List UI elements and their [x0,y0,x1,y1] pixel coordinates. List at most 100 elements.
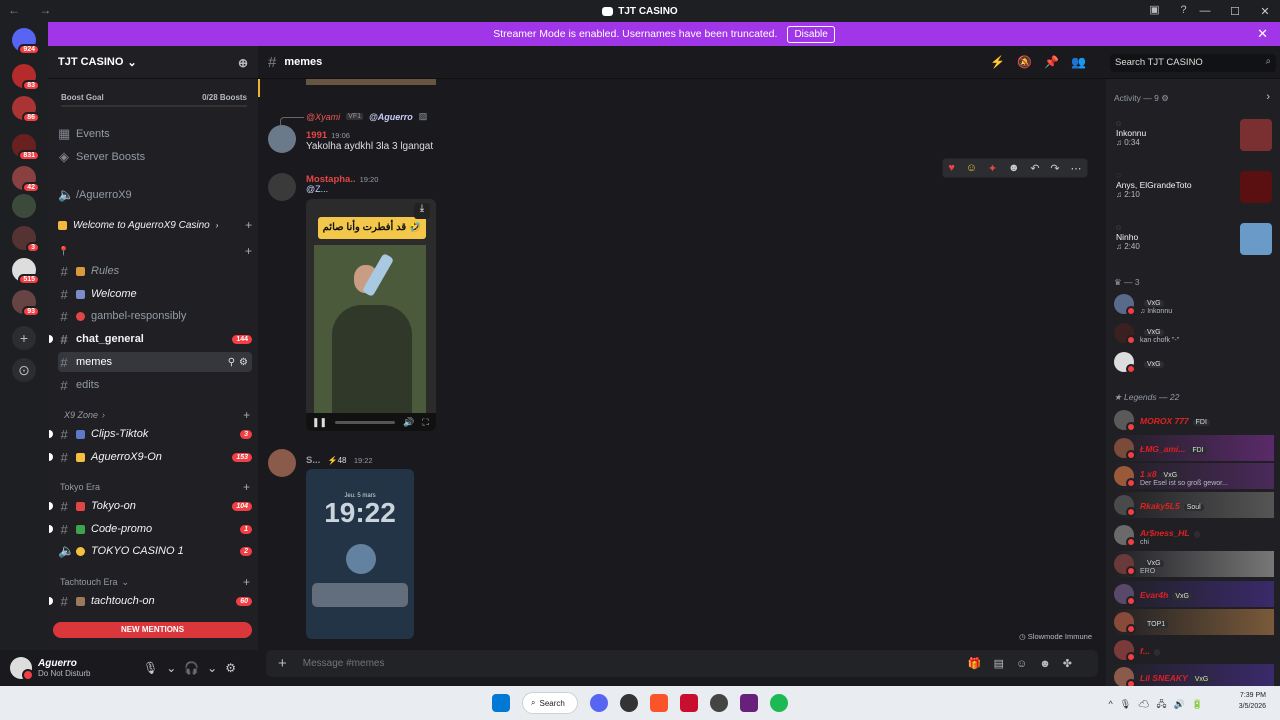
message-input[interactable] [302,658,903,669]
minimize-icon[interactable]: — [1190,5,1220,17]
back-forward-icons[interactable]: ← → [8,3,59,17]
member-item[interactable]: Rkaky5L5 Soul [1114,492,1274,518]
server-icon[interactable]: 42 [12,166,40,193]
channel-rules[interactable]: # Rules [58,261,252,281]
discord-taskbar-icon[interactable] [590,694,608,712]
member-item[interactable]: Ar$ness_HL chi [1114,522,1274,548]
avatar[interactable] [268,173,296,201]
server-icon[interactable] [12,194,36,218]
avatar[interactable] [268,449,296,477]
spotify-taskbar-icon[interactable] [770,694,788,712]
member-item[interactable]: VxG ERO [1114,551,1274,577]
volume-icon[interactable]: 🔊 [403,417,414,428]
close-window-icon[interactable]: ✕ [1250,5,1280,18]
user-controls[interactable]: 🎙⌄🎧⌄⚙ [143,661,244,675]
pause-icon[interactable]: ❚❚ [312,417,327,428]
download-icon[interactable]: ⤓ [414,203,430,219]
add-server-icon[interactable]: + [12,326,36,350]
avatar[interactable] [268,125,296,153]
member-item[interactable]: VxG ♫ Inkonnu [1114,291,1274,317]
guild-header[interactable]: TJT CASINO ⌄ ⊕ [48,46,258,79]
add-channel-icon[interactable]: + [245,218,252,232]
voice-channel-aguerro[interactable]: 🔈/AguerroX9 [58,185,252,205]
activity-item[interactable]: ◌ Anys, ElGrandeToto ♫ 2:10 [1116,171,1272,207]
reply-icon[interactable]: ↶ [1030,162,1039,175]
add-channel-icon[interactable]: + [243,575,250,589]
add-channel-icon[interactable]: + [243,480,250,494]
disable-button[interactable]: Disable [787,25,835,43]
chevron-right-icon[interactable]: › [1266,91,1270,103]
taskbar-search[interactable]: ⌕ Search [522,692,578,714]
more-icon[interactable]: ⋯ [1070,162,1081,175]
direct-messages-icon[interactable]: 924 [12,28,40,55]
server-icon[interactable]: 86 [12,96,40,123]
app-taskbar-icon[interactable] [740,694,758,712]
header-toolbar[interactable]: ⚡🔕📌👥 [990,55,1098,69]
server-icon[interactable]: 3 [12,226,40,253]
inbox-icon[interactable]: ▣ [1148,4,1161,17]
forward-icon[interactable]: ↷ [1050,162,1059,175]
channel-gambel-responsibly[interactable]: # gambel-responsibly [58,306,252,326]
close-banner-icon[interactable]: ✕ [1257,26,1268,42]
category-tachtouch-era[interactable]: Tachtouch Era ⌄ + [60,574,250,590]
system-tray[interactable]: ^🎙☁🖧🔊🔋 [1108,697,1210,713]
member-item[interactable]: Lil SNEAKY VxG [1114,664,1274,686]
heart-reaction-icon[interactable]: ♥ [948,162,955,174]
app-taskbar-icon[interactable] [680,694,698,712]
server-icon[interactable]: 515 [12,258,40,285]
channel-memes[interactable]: # memes ⚲⚙ [58,352,252,372]
channel-code-promo[interactable]: # Code-promo 1 [49,519,252,539]
category-tokyo-era[interactable]: Tokyo Era + [60,479,250,495]
voice-channel-tokyo-casino[interactable]: 🔈 TOKYO CASINO 12 [58,541,252,561]
member-item[interactable]: VxG [1114,349,1274,375]
channel-tachtouch-on[interactable]: # tachtouch-on 60 [49,591,252,611]
activity-header[interactable]: Activity — 9 ⚙ [1114,93,1169,104]
server-icon[interactable]: 831 [12,134,40,161]
sidebar-item-server-boosts[interactable]: ◈ Server Boosts [58,147,252,167]
reaction-icon[interactable]: ✦ [988,162,997,175]
channel-chat-general[interactable]: # chat_general 144 [49,329,252,349]
channel-aguerrox9-on[interactable]: # AguerroX9-On 153 [49,447,252,467]
activity-item[interactable]: ◌ Ninho ♫ 2:40 [1116,223,1272,259]
discover-icon[interactable]: ⊙ [12,358,36,382]
gear-icon[interactable]: ⚙ [1161,93,1169,103]
sidebar-item-events[interactable]: ▦ Events [58,124,252,144]
brave-taskbar-icon[interactable] [650,694,668,712]
member-item[interactable]: f... [1114,637,1274,663]
member-item[interactable]: Evar4h VxG [1114,581,1274,607]
attach-plus-icon[interactable]: + [278,655,287,672]
member-item[interactable]: ŁMG_ami... FDI [1114,435,1274,461]
previous-image[interactable] [306,79,436,85]
category-welcome[interactable]: Welcome to AguerroX9 Casino › + [58,215,252,235]
image-attachment[interactable]: Jeu. 5 mars 19:22 [306,469,414,639]
windows-start-icon[interactable] [492,694,510,712]
fullscreen-icon[interactable]: ⛶ [422,417,428,428]
category-x9-zone[interactable]: X9 Zone › + [60,407,250,423]
channel-edits[interactable]: # edits [58,375,252,395]
category-pin[interactable]: 📍 + [58,241,252,261]
member-item[interactable]: TOP1 [1114,609,1274,635]
video-attachment[interactable]: قد أفطرت وأنا صائم 🤣 ⤓ ❚❚ 🔊 ⛶ [306,199,436,431]
invite-people-icon[interactable]: ⊕ [238,56,248,70]
clock[interactable]: 7:39 PM 3/5/2026 [1239,690,1266,712]
search-input[interactable]: Search TJT CASINO ⌕ [1110,54,1276,72]
activity-item[interactable]: ◌ Inkonnu ♫ 0:34 [1116,119,1272,155]
add-reaction-icon[interactable]: ☻ [1008,162,1020,174]
browser-taskbar-icon[interactable] [620,694,638,712]
avatar[interactable] [10,657,34,681]
server-icon[interactable]: 83 [12,64,40,91]
mention[interactable]: @Z... [306,184,328,194]
add-channel-icon[interactable]: + [245,244,252,258]
laugh-reaction-icon[interactable]: ☺ [966,162,977,174]
member-item[interactable]: 1 x8 VxG Der Esel ist so groß gewor... [1114,463,1274,489]
add-channel-icon[interactable]: + [243,408,250,422]
channel-tokyo-on[interactable]: # Tokyo-on 104 [49,496,252,516]
channel-welcome[interactable]: # Welcome [58,284,252,304]
maximize-icon[interactable]: ☐ [1220,5,1250,18]
member-item[interactable]: MOROX 777 FDI [1114,407,1274,433]
video-progress-bar[interactable] [335,420,396,424]
composer-tools[interactable]: 🎁▤☺☻✤ [968,657,1084,670]
channel-clips-tiktok[interactable]: # Clips-Tiktok 3 [49,424,252,444]
boost-goal[interactable]: Boost Goal 0/28 Boosts [61,93,247,107]
help-icon[interactable]: ? [1177,4,1190,17]
